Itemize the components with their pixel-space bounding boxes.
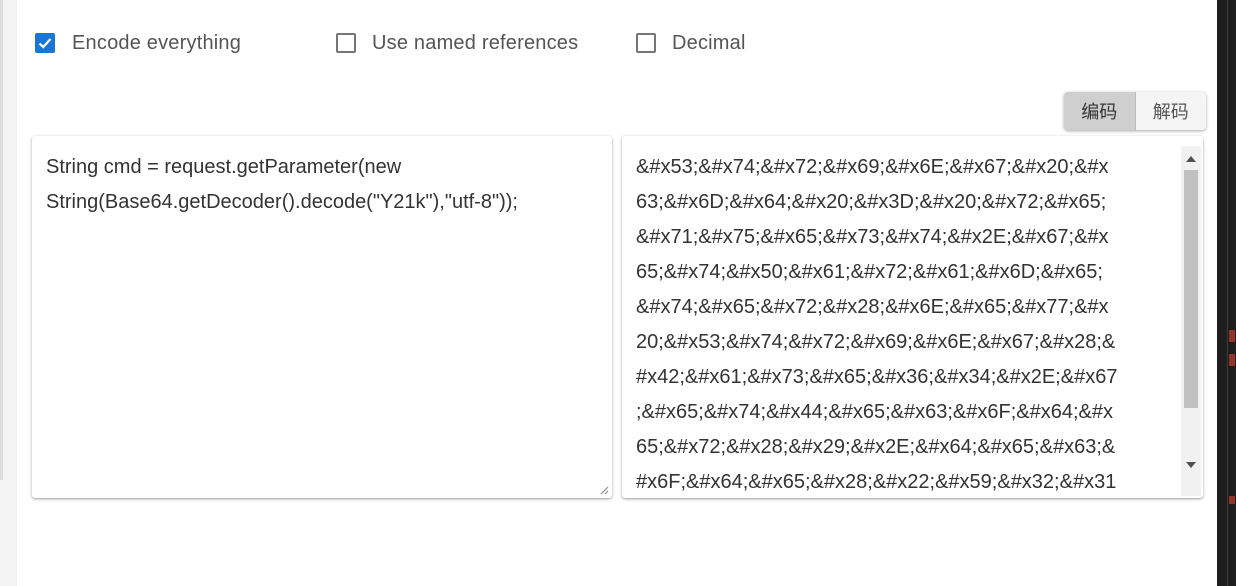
left-window-edge: [0, 0, 3, 480]
resize-grip-icon[interactable]: [598, 484, 609, 495]
output-line: 63;&#x6D;&#x64;&#x20;&#x3D;&#x20;&#x72;&…: [636, 191, 1107, 213]
checkmark-icon: [38, 38, 52, 49]
right-editor-strip: [1217, 0, 1236, 586]
encode-button[interactable]: 编码: [1064, 92, 1136, 130]
output-line: ;&#x65;&#x74;&#x44;&#x65;&#x63;&#x6F;&#x…: [636, 401, 1113, 423]
output-line: &#x53;&#x74;&#x72;&#x69;&#x6E;&#x67;&#x2…: [636, 156, 1109, 178]
editor-marker: [1229, 354, 1235, 366]
output-line: #x42;&#x61;&#x73;&#x65;&#x36;&#x34;&#x2E…: [636, 366, 1118, 388]
scrollbar-thumb[interactable]: [1184, 170, 1198, 408]
editor-ruler-line: [1227, 0, 1228, 586]
editor-marker: [1229, 330, 1235, 342]
mode-button-group: 编码 解码: [1064, 92, 1206, 130]
output-line: #x6F;&#x64;&#x65;&#x28;&#x22;&#x59;&#x32…: [636, 471, 1117, 493]
output-textarea[interactable]: &#x53;&#x74;&#x72;&#x69;&#x6E;&#x67;&#x2…: [622, 136, 1203, 498]
encode-everything-option[interactable]: Encode everything: [35, 31, 241, 55]
scroll-down-arrow-icon[interactable]: [1186, 462, 1196, 468]
input-line: String cmd = request.getParameter(new: [46, 156, 402, 178]
output-scrollbar[interactable]: [1181, 146, 1201, 496]
input-textarea[interactable]: String cmd = request.getParameter(new Str…: [32, 136, 612, 498]
decimal-label: Decimal: [672, 31, 746, 54]
encode-everything-checkbox[interactable]: [35, 33, 55, 53]
output-text: &#x53;&#x74;&#x72;&#x69;&#x6E;&#x67;&#x2…: [636, 150, 1117, 498]
decimal-checkbox[interactable]: [636, 33, 656, 53]
scroll-up-arrow-icon[interactable]: [1186, 156, 1196, 162]
decimal-option[interactable]: Decimal: [636, 31, 746, 55]
decode-button[interactable]: 解码: [1136, 92, 1207, 130]
left-window-strip: [0, 0, 17, 586]
output-line: 65;&#x72;&#x28;&#x29;&#x2E;&#x64;&#x65;&…: [636, 436, 1116, 458]
use-named-references-label: Use named references: [372, 31, 579, 54]
editor-marker: [1229, 496, 1235, 504]
output-line: &#x74;&#x65;&#x72;&#x28;&#x6E;&#x65;&#x7…: [636, 296, 1109, 318]
input-line: String(Base64.getDecoder().decode("Y21k"…: [46, 191, 518, 213]
use-named-references-option[interactable]: Use named references: [336, 31, 578, 55]
output-line: 20;&#x53;&#x74;&#x72;&#x69;&#x6E;&#x67;&…: [636, 331, 1116, 353]
output-line: &#x71;&#x75;&#x65;&#x73;&#x74;&#x2E;&#x6…: [636, 226, 1109, 248]
encode-everything-label: Encode everything: [72, 31, 242, 54]
output-line: 65;&#x74;&#x50;&#x61;&#x72;&#x61;&#x6D;&…: [636, 261, 1103, 283]
input-text: String cmd = request.getParameter(new Str…: [46, 150, 518, 220]
use-named-references-checkbox[interactable]: [336, 33, 356, 53]
